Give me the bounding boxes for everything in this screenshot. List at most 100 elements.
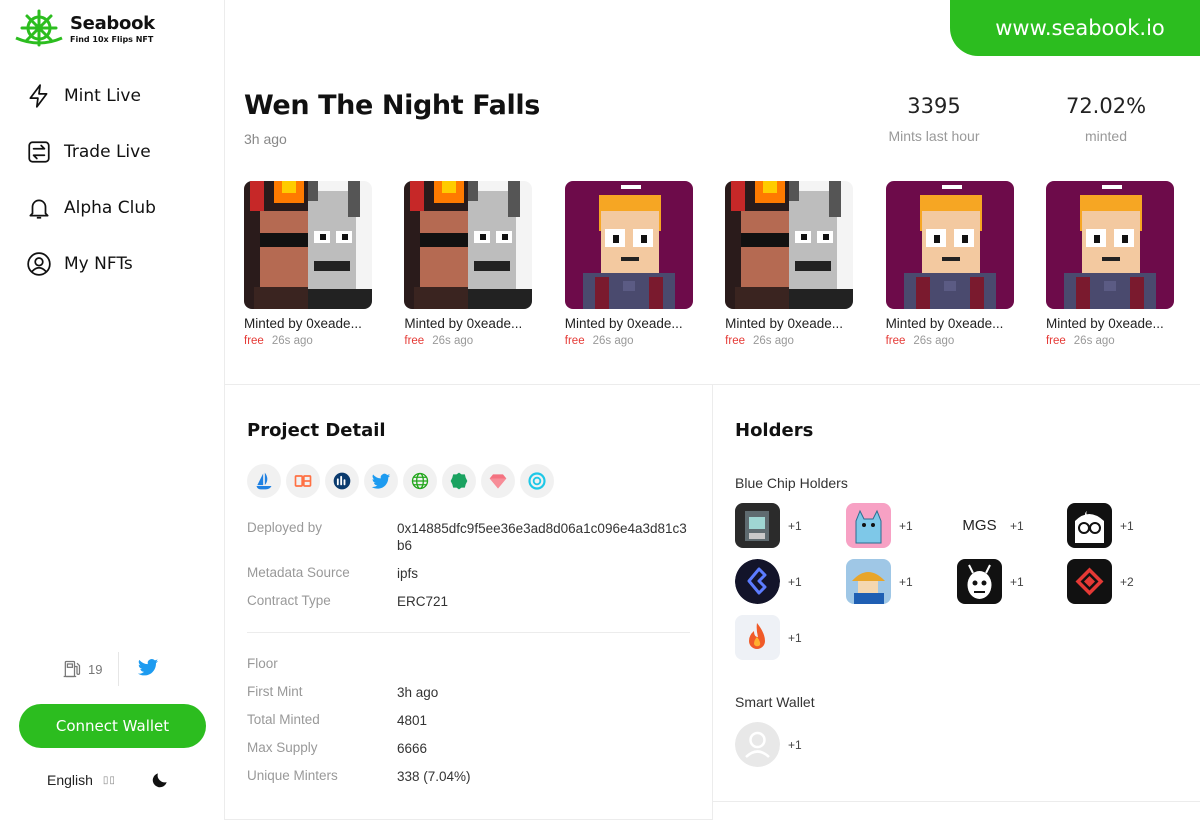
language-select[interactable]: English [47,772,93,788]
mint-by[interactable]: Minted by 0xeade... [725,316,853,331]
bell-icon [29,199,49,219]
footer-controls: English ▯▯ [47,770,170,790]
connect-wallet-button[interactable]: Connect Wallet [19,704,206,748]
nft-image[interactable] [885,181,1014,309]
mint-by[interactable]: Minted by 0xeade... [1046,316,1174,331]
mint-price: free [244,335,264,347]
blue-chip-holder[interactable]: +1 [735,559,802,604]
x2y2-link[interactable] [286,464,320,498]
stat-minted-percent: 72.02% minted [1042,94,1170,144]
mint-card[interactable]: Minted by 0xeade... free 26s ago [244,181,372,347]
blue-chip-holder[interactable]: +2 [1067,559,1134,604]
nav-item-mint-live[interactable]: Mint Live [26,82,156,110]
detail-row: Floor [247,656,689,671]
detail-key: Max Supply [247,740,318,755]
mint-card[interactable]: Minted by 0xeade... free 26s ago [404,181,533,347]
x2y2-icon [294,475,312,487]
blue-chip-holder[interactable]: +1 [846,559,913,604]
website-link[interactable] [403,464,437,498]
detail-row: Max Supply 6666 [247,740,689,757]
ship-wheel-icon [15,9,63,47]
mint-price: free [1045,335,1066,347]
holder-count: +1 [899,574,913,589]
detail-row: Metadata Source ipfs [247,565,689,582]
holders-title: Holders [735,420,814,441]
nft-image[interactable] [564,181,693,309]
moon-icon[interactable] [150,770,170,790]
divider [118,652,120,686]
cryptopunk-collection-icon [735,503,780,548]
holder-count: +1 [899,518,913,533]
flame-icon [735,615,780,660]
detail-value: ipfs [397,566,419,581]
mint-ago: 26s ago [432,335,474,347]
stat-value: 3395 [907,94,961,118]
mint-card[interactable]: Minted by 0xeade... free 26s ago [1045,181,1174,347]
mint-by[interactable]: Minted by 0xeade... [244,316,372,331]
moonbird-icon [1067,503,1112,548]
smart-wallet-holder[interactable]: +1 [735,722,802,767]
mint-meta: free 26s ago [886,335,1014,347]
nft-image[interactable] [1045,181,1174,309]
user-circle-icon [27,252,51,276]
mint-by[interactable]: Minted by 0xeade... [565,316,693,331]
holder-count: +1 [788,574,802,589]
mint-card[interactable]: Minted by 0xeade... free 26s ago [885,181,1014,347]
mint-by[interactable]: Minted by 0xeade... [404,316,532,331]
swap-icon [28,141,50,163]
site-url-banner[interactable]: www.seabook.io [950,0,1200,56]
mint-card[interactable]: Minted by 0xeade... free 26s ago [725,181,854,347]
nft-image[interactable] [404,181,533,309]
mint-meta: free 26s ago [1046,335,1174,347]
sidebar: Seabook Find 10x Flips NFT Mint Live Tra… [0,0,225,820]
nav-label: Mint Live [64,86,141,106]
opensea-icon [256,472,272,490]
detail-value: ERC721 [397,594,449,609]
logo[interactable]: Seabook Find 10x Flips NFT [14,8,155,48]
twitter-link[interactable] [137,656,159,683]
nft-image[interactable] [244,181,372,309]
gem-link[interactable] [481,464,515,498]
website-icon [411,472,429,490]
detail-row: Unique Minters 338 (7.04%) [247,768,689,785]
blue-chip-holder[interactable]: +1 [735,615,802,660]
etherscan-icon [450,472,468,490]
blue-chip-holder[interactable]: +1 [735,503,802,548]
mgs-collection-label: MGS [962,517,997,534]
mint-ago: 26s ago [271,335,313,347]
blue-chip-holder[interactable]: +1 [846,503,913,548]
deployer-address[interactable]: 0x14885dfc9f5ee36e3ad8d06a1c096e4a3d81c3… [397,520,689,554]
mint-price: free [725,335,745,347]
mint-ago: 26s ago [913,335,955,347]
nav-item-trade-live[interactable]: Trade Live [26,138,156,166]
detail-value: 6666 [397,741,428,756]
nav-item-my-nfts[interactable]: My NFTs [26,250,156,278]
blue-chip-holder[interactable]: +1 [957,559,1024,604]
mint-ago: 26s ago [1073,335,1115,347]
lightning-icon [29,84,48,108]
looksrare-link[interactable] [325,464,359,498]
opensea-link[interactable] [247,464,281,498]
mint-meta: free 26s ago [404,335,532,347]
blur-link[interactable] [520,464,554,498]
detail-row: Deployed by 0x14885dfc9f5ee36e3ad8d06a1c… [247,520,689,554]
blue-chip-label: Blue Chip Holders [735,475,848,491]
divider [247,632,690,633]
red-diamond-icon [1067,559,1112,604]
mint-by[interactable]: Minted by 0xeade... [886,316,1014,331]
cool-cat-icon [846,503,891,548]
twitter-link[interactable] [364,464,398,498]
mint-price: free [564,335,585,347]
mint-ago: 26s ago [592,335,634,347]
recent-mints: Minted by 0xeade... free 26s ago Minted b… [244,181,1174,347]
blue-chip-holder[interactable]: MGS +1 [957,503,1023,548]
blur-icon [528,472,546,490]
mint-card[interactable]: Minted by 0xeade... free 26s ago [564,181,693,347]
blue-chip-holder[interactable]: +1 [1067,503,1134,548]
mint-ago: 26s ago [753,335,794,347]
nav-item-alpha-club[interactable]: Alpha Club [26,194,156,222]
nft-image[interactable] [725,181,854,309]
detail-key: Unique Minters [247,768,338,783]
language-arrows[interactable]: ▯▯ [103,775,116,786]
etherscan-link[interactable] [442,464,476,498]
